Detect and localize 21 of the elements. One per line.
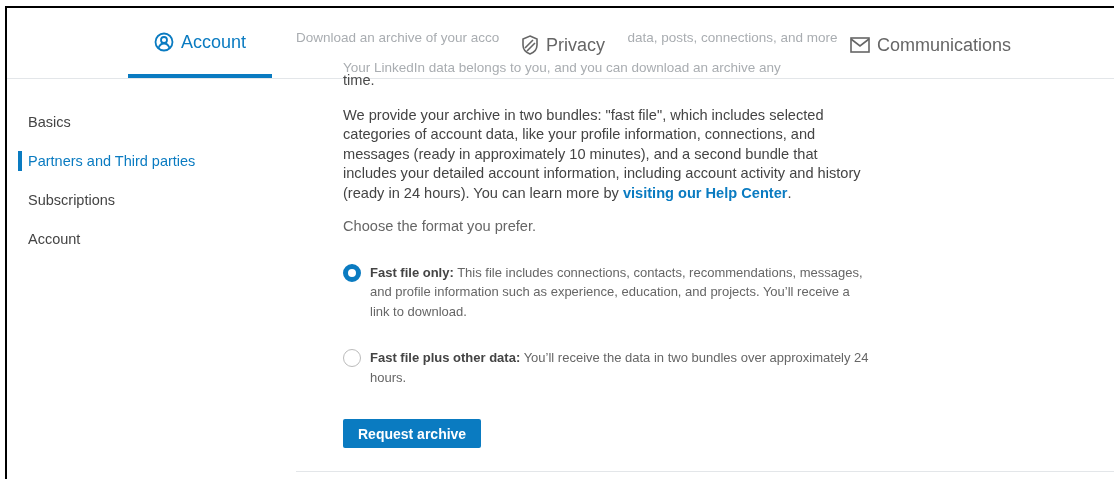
tab[interactable]: Privacy (521, 32, 605, 58)
faint-text: Your LinkedIn data belongs to you, and you can download an archive any (343, 60, 781, 75)
sidebar-item[interactable]: Subscriptions (18, 190, 116, 210)
person-icon (153, 32, 174, 52)
paragraph-text: time. (343, 72, 376, 90)
paragraph-text: We provide your archive in two bundles: "fast file", which includes selected categories of account data, like your profile information, connections, and messages (ready in approximately 10 minutes), and a second bundle that includes your detailed account information, including account activity and history (ready in 24 hours). You can learn more by visiting our Help Center. (343, 105, 862, 203)
radio-button[interactable] (343, 349, 361, 367)
faint-heading: Download an archive of your acco (296, 29, 500, 47)
sidebar-item[interactable]: Account (18, 229, 81, 249)
envelope-icon (849, 37, 870, 53)
sidebar-item[interactable]: Basics (18, 112, 71, 132)
tab[interactable]: Account (128, 8, 272, 78)
option-text: Fast file only: This file includes connections, contacts, recommendations, messages, and profile information such as experience, education, and projects. You’ll receive a link to download. (370, 263, 864, 321)
shield-icon (521, 35, 539, 55)
prompt-text: Choose the format you prefer. (343, 217, 538, 236)
sidebar-item[interactable]: Partners and Third parties (18, 151, 196, 171)
option-text: Fast file plus other data: You’ll receive the data in two bundles over approximately 24 hours. (370, 349, 870, 387)
faint-heading: data, posts, connections, and more (627, 29, 838, 47)
request-archive-button[interactable]: Request archive (343, 419, 482, 448)
radio-button[interactable] (343, 263, 361, 282)
help-center-link[interactable]: visiting our Help Center (622, 184, 788, 201)
